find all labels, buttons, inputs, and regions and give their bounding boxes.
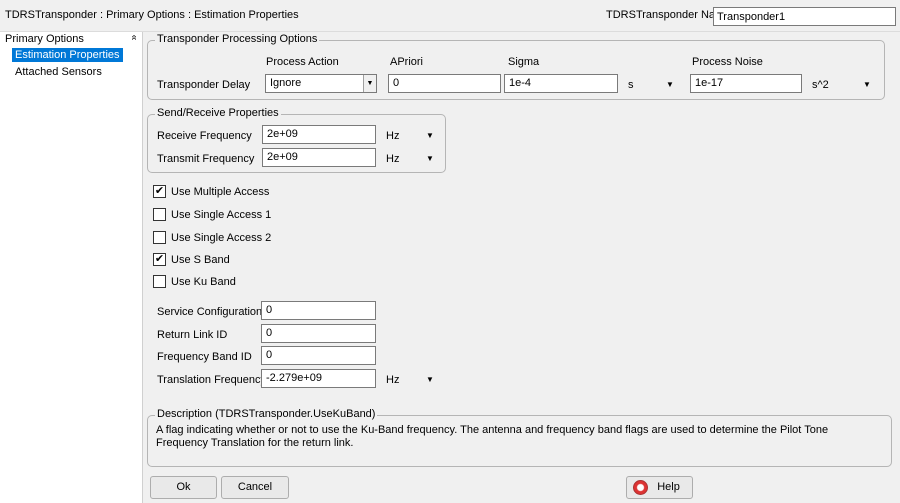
service-configuration-label: Service Configuration: [157, 306, 263, 318]
use-multiple-access-label[interactable]: Use Multiple Access: [171, 186, 269, 198]
description-text: A flag indicating whether or not to use …: [156, 424, 829, 449]
col-apriori: APriori: [390, 56, 424, 68]
apriori-input[interactable]: 0: [388, 74, 501, 93]
process-action-value: Ignore: [270, 77, 302, 89]
process-noise-input[interactable]: 1e-17: [690, 74, 802, 93]
description-group: Description (TDRSTransponder.UseKuBand) …: [147, 408, 892, 467]
window-title: TDRSTransponder : Primary Options : Esti…: [5, 9, 299, 21]
sidebar-item-attached-sensors[interactable]: Attached Sensors: [12, 65, 105, 79]
use-ku-band-label[interactable]: Use Ku Band: [171, 276, 236, 288]
sigma-unit-dropdown-icon[interactable]: ▼: [666, 80, 674, 89]
transmit-unit-dropdown-icon[interactable]: ▼: [426, 154, 434, 163]
frequency-band-id-input[interactable]: 0: [261, 346, 376, 365]
use-single-access-2-checkbox[interactable]: [153, 231, 166, 244]
translation-unit-dropdown-icon[interactable]: ▼: [426, 375, 434, 384]
use-s-band-checkbox[interactable]: ✔: [153, 253, 166, 266]
process-noise-unit[interactable]: s^2: [812, 79, 829, 91]
check-icon: ✔: [154, 253, 165, 265]
send-receive-legend: Send/Receive Properties: [155, 107, 281, 119]
lifebuoy-icon: [633, 480, 648, 495]
translation-frequency-unit[interactable]: Hz: [386, 374, 399, 386]
transponder-delay-label: Transponder Delay: [157, 79, 251, 91]
receive-frequency-input[interactable]: 2e+09: [262, 125, 376, 144]
col-process-action: Process Action: [266, 56, 339, 68]
receive-unit-dropdown-icon[interactable]: ▼: [426, 131, 434, 140]
sidebar: Primary Options » Estimation Properties …: [0, 32, 143, 503]
sidebar-item-estimation-properties[interactable]: Estimation Properties: [12, 48, 123, 62]
transmit-frequency-label: Transmit Frequency: [157, 153, 255, 165]
process-noise-unit-dropdown-icon[interactable]: ▼: [863, 80, 871, 89]
return-link-id-label: Return Link ID: [157, 329, 228, 341]
help-button[interactable]: Help: [626, 476, 693, 499]
collapse-icon[interactable]: »: [128, 35, 139, 41]
receive-frequency-unit[interactable]: Hz: [386, 130, 399, 142]
use-s-band-label[interactable]: Use S Band: [171, 254, 230, 266]
transmit-frequency-input[interactable]: 2e+09: [262, 148, 376, 167]
use-multiple-access-checkbox[interactable]: ✔: [153, 185, 166, 198]
cancel-button[interactable]: Cancel: [221, 476, 289, 499]
col-sigma: Sigma: [508, 56, 540, 68]
name-input[interactable]: [713, 7, 896, 26]
col-process-noise: Process Noise: [692, 56, 763, 68]
sidebar-section-title: Primary Options: [5, 33, 84, 45]
check-icon: ✔: [154, 185, 165, 197]
frequency-band-id-label: Frequency Band ID: [157, 351, 252, 363]
return-link-id-input[interactable]: 0: [261, 324, 376, 343]
chevron-down-icon[interactable]: ▼: [363, 75, 376, 92]
name-label: TDRSTransponder Name: [606, 9, 731, 21]
title-bar: TDRSTransponder : Primary Options : Esti…: [0, 0, 900, 32]
use-ku-band-checkbox[interactable]: [153, 275, 166, 288]
sigma-unit[interactable]: s: [628, 79, 634, 91]
process-action-select[interactable]: Ignore ▼: [265, 74, 377, 93]
translation-frequency-input[interactable]: -2.279e+09: [261, 369, 376, 388]
sigma-input[interactable]: 1e-4: [504, 74, 618, 93]
processing-options-legend: Transponder Processing Options: [155, 33, 320, 45]
translation-frequency-label: Translation Frequency: [157, 374, 267, 386]
ok-button[interactable]: Ok: [150, 476, 217, 499]
help-label: Help: [657, 481, 680, 493]
use-single-access-1-label[interactable]: Use Single Access 1: [171, 209, 271, 221]
use-single-access-2-label[interactable]: Use Single Access 2: [171, 232, 271, 244]
receive-frequency-label: Receive Frequency: [157, 130, 252, 142]
use-single-access-1-checkbox[interactable]: [153, 208, 166, 221]
service-configuration-input[interactable]: 0: [261, 301, 376, 320]
description-legend: Description (TDRSTransponder.UseKuBand): [155, 408, 378, 420]
transmit-frequency-unit[interactable]: Hz: [386, 153, 399, 165]
